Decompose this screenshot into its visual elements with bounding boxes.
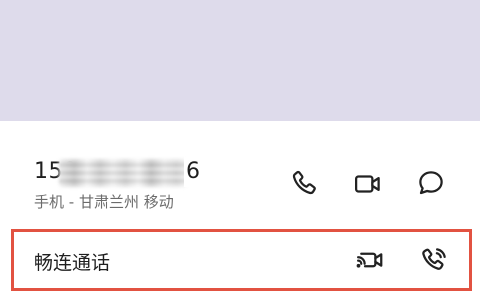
phone-icon	[292, 170, 316, 195]
call-button[interactable]	[286, 165, 322, 201]
phone-number-tail: 6	[184, 157, 200, 187]
video-call-button[interactable]	[350, 166, 386, 202]
message-button[interactable]	[413, 165, 449, 201]
phone-number-wrap: 150 6	[34, 157, 200, 187]
video-camera-icon	[355, 175, 380, 193]
phone-location-label: 手机 - 甘肃兰州 移动	[34, 193, 174, 211]
changlian-video-button[interactable]	[352, 242, 388, 278]
changlian-call-row[interactable]: 畅连通话	[11, 229, 472, 291]
message-bubble-icon	[419, 171, 443, 195]
changlian-phone-icon	[422, 248, 446, 270]
contact-detail-screen: 150 6 手机 - 甘肃兰州 移动 畅连通话	[0, 0, 480, 300]
phone-number-row[interactable]: 150 6 手机 - 甘肃兰州 移动	[0, 121, 480, 226]
changlian-label: 畅连通话	[34, 252, 111, 274]
changlian-video-icon	[356, 252, 383, 268]
contact-header-background	[0, 0, 480, 121]
changlian-call-button[interactable]	[416, 242, 452, 278]
phone-number-redaction	[59, 159, 187, 187]
